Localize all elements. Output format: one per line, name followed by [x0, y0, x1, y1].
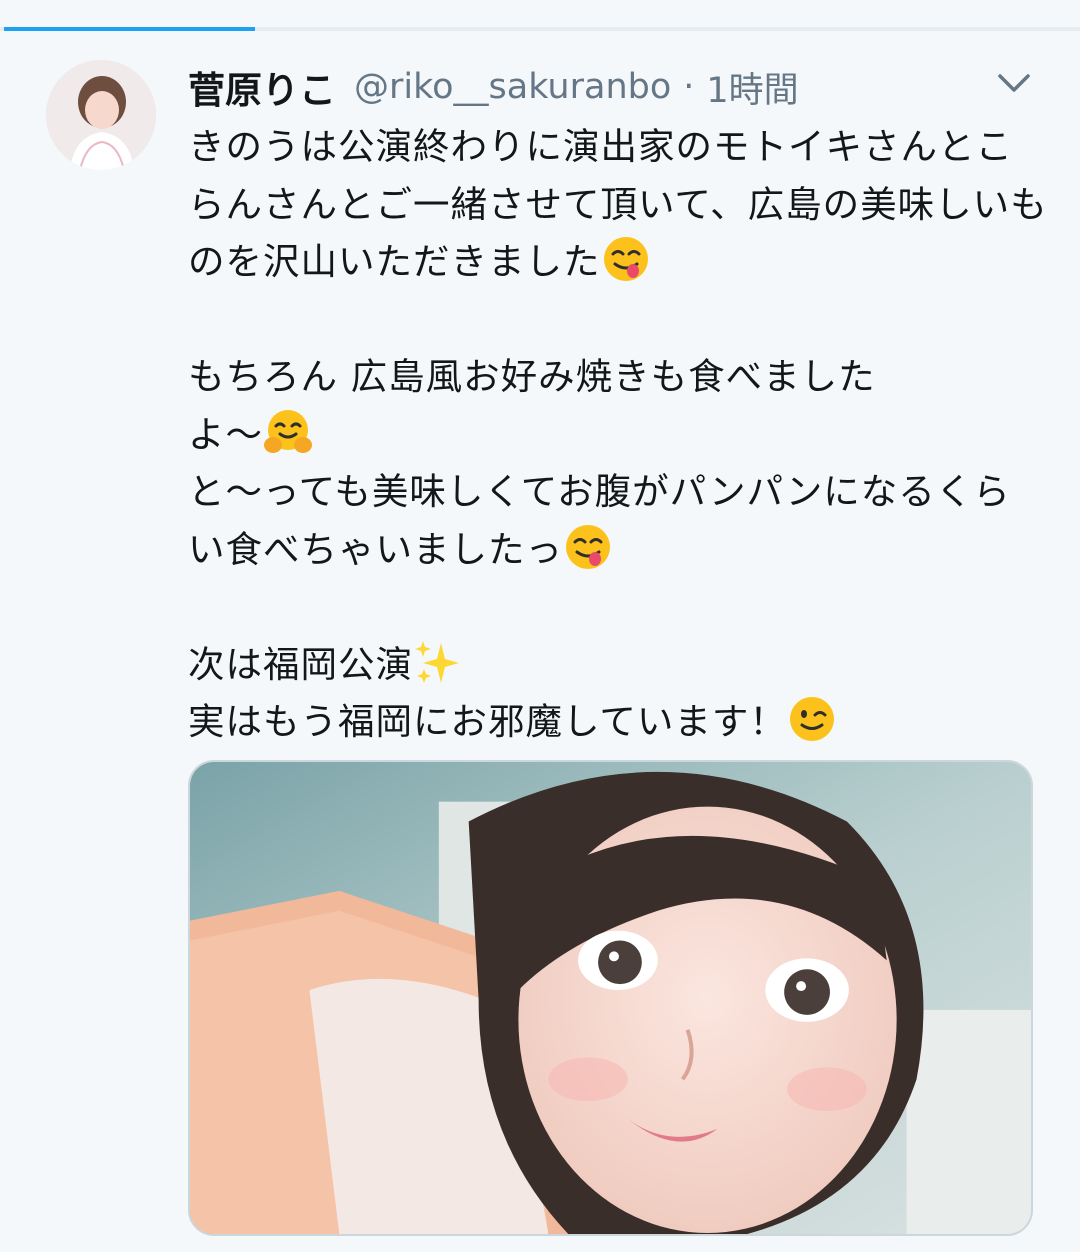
display-name[interactable]: 菅原りこ: [188, 60, 336, 114]
user-handle[interactable]: @riko__sakuranbo: [354, 67, 671, 107]
tweet-timestamp[interactable]: 1時間: [706, 62, 798, 113]
face-savoring-food-icon: [563, 522, 613, 572]
chevron-down-icon[interactable]: [996, 68, 1032, 98]
tweet-photo[interactable]: [188, 760, 1033, 1236]
winking-face-icon: [787, 694, 837, 744]
hugging-face-icon: [263, 407, 313, 457]
face-savoring-food-icon: [601, 234, 651, 284]
tweet-header: 菅原りこ @riko__sakuranbo · 1時間: [188, 62, 799, 112]
sparkles-icon: [413, 637, 463, 687]
tweet-text-paragraph-3b: 実はもう福岡にお邪魔しています！: [188, 700, 787, 743]
tweet-text: きのうは公演終わりに演出家のモトイキさんとこらんさんとご一緒させて頂いて、広島の…: [188, 118, 1048, 751]
avatar[interactable]: [46, 60, 156, 170]
active-tab-indicator: [4, 27, 255, 31]
tweet-text-paragraph-3a: 次は福岡公演: [188, 642, 413, 686]
separator-dot: ·: [683, 67, 695, 107]
